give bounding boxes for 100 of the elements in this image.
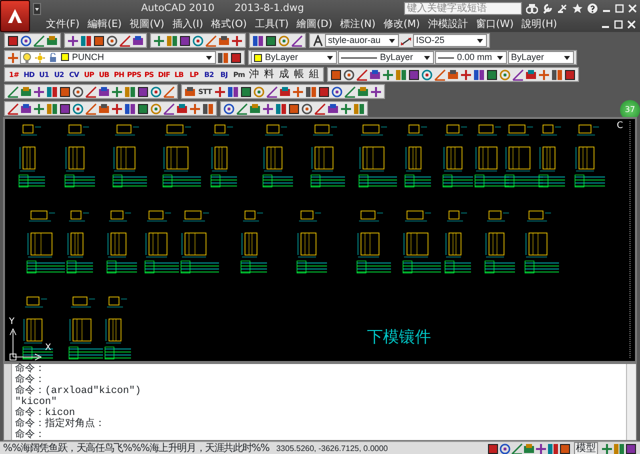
- dropdown-field[interactable]: ISO-25: [413, 34, 487, 47]
- star-icon[interactable]: [572, 3, 584, 14]
- tool-icon[interactable]: [184, 86, 196, 98]
- quick-access-dropdown-icon[interactable]: [33, 2, 41, 14]
- tool-icon[interactable]: [252, 34, 264, 46]
- menu-item[interactable]: 修改(M): [380, 18, 424, 30]
- dropdown-field[interactable]: ByLayer: [508, 51, 574, 64]
- tool-icon[interactable]: [132, 34, 144, 46]
- satellite-dish-icon[interactable]: [557, 3, 568, 14]
- tool-icon[interactable]: [473, 68, 485, 80]
- menu-item[interactable]: 沖模設計: [424, 18, 472, 30]
- dropdown-field[interactable]: style-auor-au: [325, 34, 399, 47]
- menu-item[interactable]: 插入(I): [168, 18, 208, 30]
- tool-icon[interactable]: [486, 68, 498, 80]
- dropdown-field[interactable]: 0.00 mm: [435, 51, 507, 64]
- tool-icon[interactable]: [227, 86, 239, 98]
- tool-icon[interactable]: [408, 68, 420, 80]
- tool-icon[interactable]: [223, 102, 235, 114]
- toolbar-tool[interactable]: 料: [262, 68, 276, 80]
- caret-icon: [496, 54, 504, 62]
- part-drawing: [404, 124, 432, 188]
- toolbar-tool[interactable]: 組: [307, 68, 321, 80]
- tool-icon[interactable]: [20, 34, 32, 46]
- application-button[interactable]: [0, 0, 30, 32]
- sun-icon[interactable]: [35, 52, 45, 62]
- tool-icon[interactable]: [59, 102, 71, 114]
- text-style-icon[interactable]: [312, 34, 324, 46]
- drawing-title: 下模镶件: [367, 328, 431, 346]
- bulb-icon[interactable]: [23, 52, 31, 62]
- menu-item[interactable]: 格式(O): [207, 18, 251, 30]
- menu-item[interactable]: 標注(N): [336, 18, 380, 30]
- tool-icon[interactable]: [331, 86, 343, 98]
- menu-item[interactable]: 文件(F): [42, 18, 84, 30]
- tool-icon[interactable]: [305, 86, 317, 98]
- part-drawing: [18, 124, 46, 188]
- menu-item[interactable]: 工具(T): [250, 18, 293, 30]
- tool-icon[interactable]: [499, 442, 511, 454]
- binoculars-icon[interactable]: [526, 3, 538, 14]
- tool-icon[interactable]: [93, 34, 105, 46]
- tool-icon[interactable]: [370, 86, 382, 98]
- dimension-style-icon[interactable]: [400, 34, 412, 46]
- dropdown-field[interactable]: ByLayer: [251, 51, 337, 64]
- tool-icon[interactable]: [59, 86, 71, 98]
- help-icon[interactable]: [587, 3, 598, 14]
- tool-icon[interactable]: [564, 68, 576, 80]
- tool-icon[interactable]: [262, 102, 274, 114]
- tool-icon[interactable]: [625, 442, 637, 454]
- tool-icon[interactable]: [551, 68, 563, 80]
- toolbar-tool[interactable]: 帳: [292, 68, 306, 80]
- tool-icon[interactable]: [265, 34, 277, 46]
- tool-icon[interactable]: [343, 68, 355, 80]
- tool-icon[interactable]: [487, 442, 499, 454]
- tool-icon[interactable]: [230, 52, 242, 64]
- tool-icon[interactable]: [369, 68, 381, 80]
- tool-icon[interactable]: [559, 442, 571, 454]
- menu-item[interactable]: 視圖(V): [126, 18, 168, 30]
- scrollbar[interactable]: [626, 364, 636, 440]
- menu-item[interactable]: 說明(H): [518, 18, 561, 30]
- tool-icon[interactable]: [202, 102, 214, 114]
- tool-icon[interactable]: [7, 34, 19, 46]
- tool-icon[interactable]: [240, 86, 252, 98]
- toolbar-tool[interactable]: 成: [277, 68, 291, 80]
- tool-icon[interactable]: [318, 86, 330, 98]
- color-swatch-icon: [61, 52, 69, 60]
- tool-icon[interactable]: [137, 102, 149, 114]
- lock-icon[interactable]: [49, 52, 57, 62]
- menu-item[interactable]: 窗口(W): [472, 18, 518, 30]
- tool-icon[interactable]: [291, 34, 303, 46]
- dropdown-field[interactable]: ByLayer: [338, 51, 434, 64]
- wrench-icon[interactable]: [542, 3, 554, 14]
- tool-icon[interactable]: [301, 102, 313, 114]
- caret-icon: [563, 54, 571, 62]
- tool-icon[interactable]: [33, 86, 45, 98]
- tool-icon[interactable]: [217, 52, 229, 64]
- tool-icon[interactable]: [535, 442, 547, 454]
- tool-icon[interactable]: [512, 68, 524, 80]
- menu-item[interactable]: 繪圖(D): [292, 18, 336, 30]
- tool-icon[interactable]: [288, 102, 300, 114]
- toolbar-tool[interactable]: 沖: [247, 68, 261, 80]
- tool-icon[interactable]: [330, 68, 342, 80]
- tool-icon[interactable]: [67, 34, 79, 46]
- tool-icon[interactable]: [98, 102, 110, 114]
- tool-icon[interactable]: [327, 102, 339, 114]
- close-icon[interactable]: [628, 4, 638, 13]
- tool-icon[interactable]: [179, 34, 191, 46]
- tool-icon[interactable]: [124, 102, 136, 114]
- tool-icon[interactable]: [106, 34, 118, 46]
- tool-icon[interactable]: [72, 86, 84, 98]
- tool-icon[interactable]: [20, 102, 32, 114]
- window-grip[interactable]: [4, 364, 12, 440]
- close-icon[interactable]: [627, 20, 636, 29]
- tool-icon[interactable]: [266, 86, 278, 98]
- tool-icon[interactable]: [447, 68, 459, 80]
- menu-item[interactable]: 編輯(E): [84, 18, 126, 30]
- dropdown-field[interactable]: PUNCH: [20, 51, 216, 64]
- tool-icon[interactable]: [218, 34, 230, 46]
- tool-icon[interactable]: [163, 102, 175, 114]
- tool-icon[interactable]: [137, 86, 149, 98]
- model-tab[interactable]: 模型: [574, 442, 598, 454]
- tool-icon[interactable]: [98, 86, 110, 98]
